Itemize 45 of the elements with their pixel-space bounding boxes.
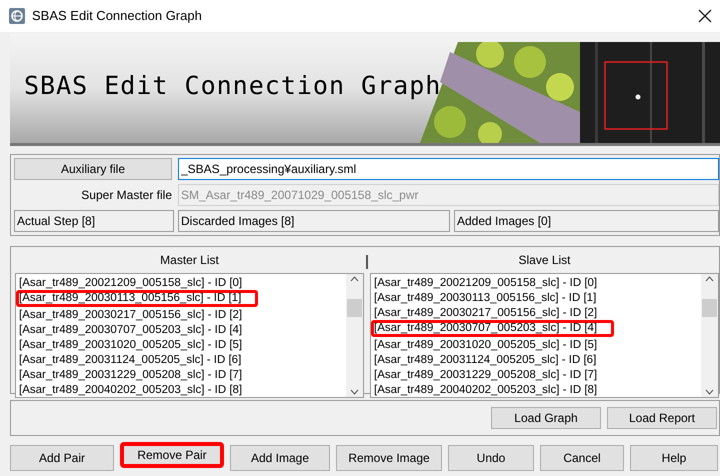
list-item[interactable]: [Asar_tr489_20030113_005156_slc] - ID [1] — [371, 288, 701, 306]
scroll-down-icon[interactable] — [350, 389, 359, 395]
scroll-thumb[interactable] — [702, 298, 717, 316]
list-item[interactable]: [Asar_tr489_20031124_005205_slc] - ID [6] — [371, 350, 701, 368]
list-item[interactable]: [Asar_tr489_20030707_005203_slc] - ID [4] — [371, 320, 614, 337]
action-button[interactable]: Add Pair — [10, 445, 114, 471]
list-header: Master List — [159, 252, 220, 269]
list-item[interactable]: [Asar_tr489_20030217_005156_slc] - ID [2] — [16, 306, 346, 324]
action-button[interactable]: Cancel — [540, 445, 624, 471]
list-header: Slave List — [517, 252, 572, 269]
banner-title: SBAS Edit Connection Graph — [24, 70, 442, 102]
status-field: Discarded Images [8] — [178, 210, 450, 232]
close-icon[interactable] — [698, 9, 712, 23]
list-item[interactable]: [Asar_tr489_20030707_005203_slc] - ID [4] — [16, 320, 346, 338]
load-button[interactable]: Load Report — [607, 407, 717, 429]
action-button[interactable]: Help — [630, 445, 718, 471]
list-item[interactable]: [Asar_tr489_20040202_005203_slc] - ID [8] — [371, 380, 701, 398]
list-item[interactable]: [Asar_tr489_20040202_005203_slc] - ID [8] — [16, 380, 346, 398]
scrollbar[interactable] — [346, 274, 363, 397]
status-field: Actual Step [8] — [14, 210, 174, 232]
scroll-up-icon[interactable] — [350, 276, 359, 282]
window-title: SBAS Edit Connection Graph — [32, 7, 202, 26]
auxiliary-file-field[interactable]: _SBAS_processing¥auxiliary.sml — [178, 158, 719, 180]
list-item[interactable]: [Asar_tr489_20030217_005156_slc] - ID [2] — [371, 304, 701, 322]
list-item[interactable]: [Asar_tr489_20031020_005205_slc] - ID [5] — [371, 336, 701, 354]
status-field: Added Images [0] — [454, 210, 719, 232]
action-button[interactable]: Remove Image — [336, 445, 442, 471]
scroll-thumb[interactable] — [347, 298, 362, 316]
scroll-up-icon[interactable] — [705, 276, 714, 282]
list-item[interactable]: [Asar_tr489_20031229_005208_slc] - ID [7] — [16, 366, 346, 384]
list-item[interactable]: [Asar_tr489_20030113_005156_slc] - ID [1] — [16, 290, 258, 307]
list-item[interactable]: [Asar_tr489_20031020_005205_slc] - ID [5] — [16, 336, 346, 354]
action-button[interactable]: Undo — [448, 445, 534, 471]
super-master-file-label: Super Master file — [80, 187, 172, 204]
scrollbar[interactable] — [701, 274, 718, 397]
list-item[interactable]: [Asar_tr489_20021209_005158_slc] - ID [0] — [371, 274, 701, 292]
list-item[interactable]: [Asar_tr489_20031229_005208_slc] - ID [7] — [371, 366, 701, 384]
scroll-down-icon[interactable] — [705, 389, 714, 395]
action-button[interactable]: Add Image — [230, 445, 330, 471]
list-item[interactable]: [Asar_tr489_20031124_005205_slc] - ID [6] — [16, 350, 346, 368]
load-button[interactable]: Load Graph — [491, 407, 601, 429]
app-icon — [8, 7, 26, 25]
auxiliary-file-button[interactable]: Auxiliary file — [14, 158, 172, 180]
list-item[interactable]: [Asar_tr489_20021209_005158_slc] - ID [0] — [16, 274, 346, 292]
action-button[interactable]: Remove Pair — [120, 442, 224, 468]
